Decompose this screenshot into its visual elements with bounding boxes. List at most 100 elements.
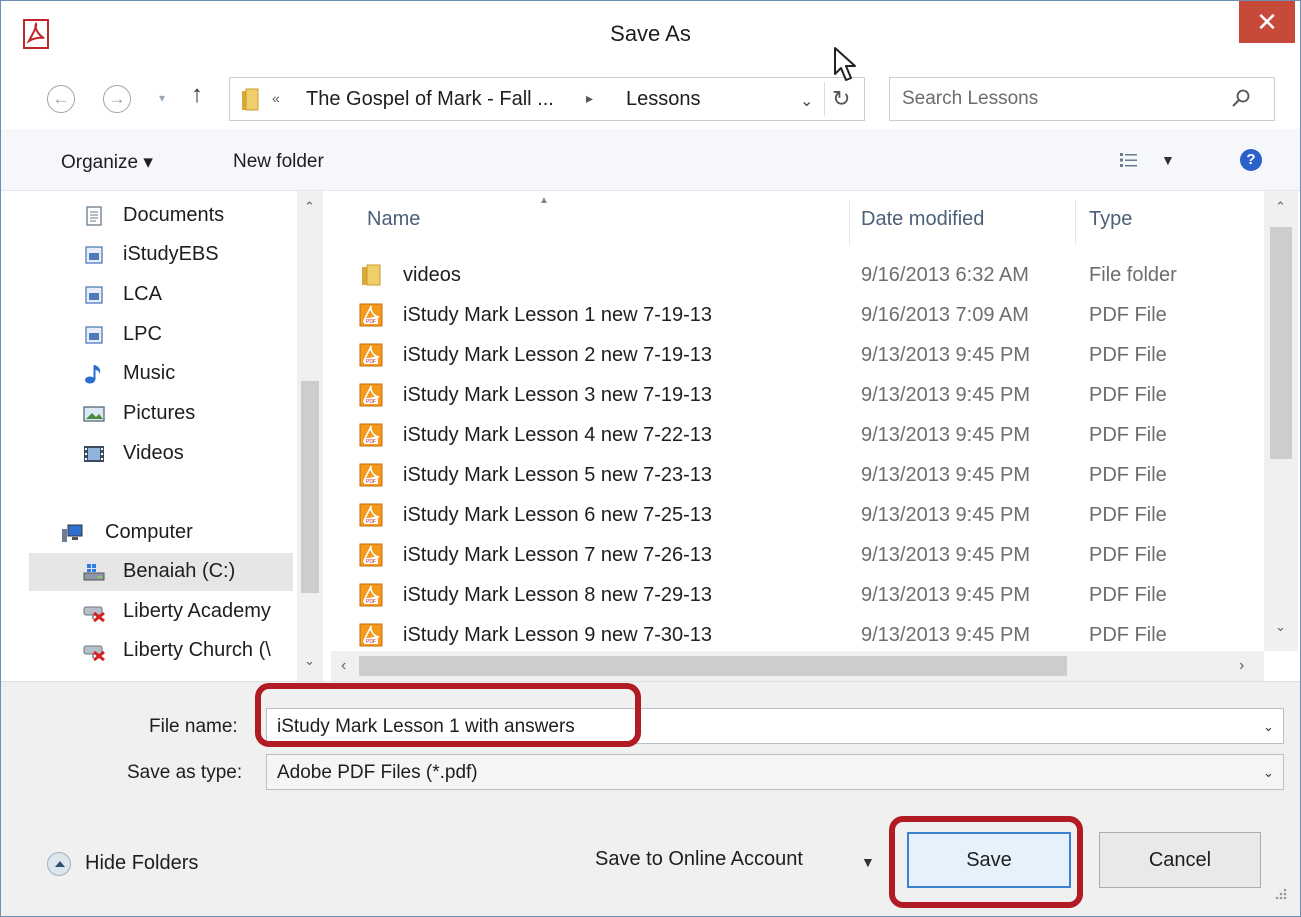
file-name: videos (403, 264, 461, 286)
divider (824, 82, 825, 116)
refresh-icon[interactable]: ↻ (832, 86, 850, 112)
file-name: iStudy Mark Lesson 8 new 7-29-13 (403, 584, 713, 606)
column-header-name[interactable]: Name (367, 208, 420, 231)
column-header-date-modified[interactable]: Date modified (861, 208, 984, 231)
search-input[interactable] (902, 86, 1222, 112)
new-folder-button[interactable]: New folder (233, 151, 324, 173)
file-row[interactable]: PDF iStudy Mark Lesson 3 new 7-19-13 9/1… (351, 375, 1261, 415)
file-row[interactable]: PDF iStudy Mark Lesson 9 new 7-30-13 9/1… (351, 615, 1261, 655)
pdf-icon: PDF (359, 543, 383, 567)
svg-text:PDF: PDF (366, 559, 376, 565)
svg-text:PDF: PDF (366, 519, 376, 525)
cancel-button[interactable]: Cancel (1099, 832, 1261, 888)
file-row[interactable]: PDF iStudy Mark Lesson 1 new 7-19-13 9/1… (351, 295, 1261, 335)
file-date: 9/13/2013 9:45 PM (861, 584, 1031, 606)
breadcrumb-separator-icon[interactable]: ▸ (586, 90, 593, 107)
save-button-highlight (889, 816, 1083, 908)
file-row-videos[interactable]: videos 9/16/2013 6:32 AM File folder (351, 255, 1261, 295)
help-icon[interactable]: ? (1240, 149, 1262, 171)
file-row[interactable]: PDF iStudy Mark Lesson 4 new 7-22-13 9/1… (351, 415, 1261, 455)
breadcrumb-overflow[interactable]: « (272, 90, 280, 106)
folder-icon (362, 264, 381, 286)
pdf-icon: PDF (359, 343, 383, 367)
sidebar-scrollbar-thumb[interactable] (301, 381, 319, 593)
svg-text:PDF: PDF (366, 359, 376, 365)
file-type: PDF File (1089, 584, 1167, 606)
column-divider[interactable] (849, 201, 850, 245)
search-box[interactable] (889, 77, 1275, 121)
file-name: iStudy Mark Lesson 5 new 7-23-13 (403, 464, 713, 486)
file-row[interactable]: PDF iStudy Mark Lesson 7 new 7-26-13 9/1… (351, 535, 1261, 575)
sidebar-item-music[interactable]: Music (1, 355, 293, 393)
file-name-dropdown-chevron-icon[interactable]: ⌄ (1263, 719, 1274, 735)
command-bar: Organize ▾ New folder ▼ ? (1, 129, 1300, 191)
scroll-left-icon[interactable]: ‹ (341, 657, 346, 675)
file-name: iStudy Mark Lesson 7 new 7-26-13 (403, 544, 713, 566)
sidebar-item-computer[interactable]: Computer (1, 514, 293, 552)
scroll-down-icon[interactable]: ⌄ (1275, 619, 1286, 635)
file-type: File folder (1089, 264, 1177, 286)
sidebar-item-documents[interactable]: Documents (1, 197, 293, 235)
music-icon (85, 365, 101, 384)
file-type: PDF File (1089, 424, 1167, 446)
sidebar-item-liberty-academy[interactable]: Liberty Academy (1, 593, 293, 631)
sidebar-item-benaiah-c[interactable]: Benaiah (C:) (29, 553, 293, 591)
file-list-scrollbar-thumb[interactable] (1270, 227, 1292, 459)
file-name: iStudy Mark Lesson 9 new 7-30-13 (403, 624, 713, 646)
file-date: 9/13/2013 9:45 PM (861, 624, 1031, 646)
organize-button[interactable]: Organize ▾ (61, 151, 153, 174)
file-row[interactable]: PDF iStudy Mark Lesson 5 new 7-23-13 9/1… (351, 455, 1261, 495)
file-name-label: File name: (149, 716, 238, 737)
recent-locations-chevron-icon[interactable]: ▾ (159, 91, 173, 105)
back-button[interactable]: ← (47, 85, 75, 113)
breadcrumb-item-lessons[interactable]: Lessons (626, 88, 701, 111)
file-list-vertical-scrollbar[interactable]: ⌃ ⌄ (1264, 191, 1298, 651)
pdf-icon: PDF (359, 423, 383, 447)
sidebar-scrollbar[interactable]: ⌃ ⌄ (297, 191, 323, 681)
search-icon[interactable] (1230, 87, 1252, 109)
resize-grip-icon[interactable] (1269, 882, 1289, 902)
svg-text:PDF: PDF (366, 479, 376, 485)
view-options-icon[interactable] (1119, 151, 1139, 169)
computer-icon (62, 524, 83, 542)
file-date: 9/13/2013 9:45 PM (861, 424, 1031, 446)
sidebar-item-pictures[interactable]: Pictures (1, 395, 293, 433)
sidebar-item-istudyebs[interactable]: iStudyEBS (1, 236, 293, 274)
scroll-down-icon[interactable]: ⌄ (304, 653, 315, 669)
folder-icon (242, 88, 259, 111)
forward-button[interactable]: → (103, 85, 131, 113)
svg-text:PDF: PDF (366, 599, 376, 605)
document-icon (86, 206, 102, 226)
save-to-online-account-button[interactable]: Save to Online Account (595, 848, 803, 871)
breadcrumb-item-course[interactable]: The Gospel of Mark - Fall ... (306, 88, 554, 111)
pdf-icon: PDF (359, 463, 383, 487)
column-divider[interactable] (1075, 201, 1076, 245)
file-type: PDF File (1089, 624, 1167, 646)
file-row[interactable]: PDF iStudy Mark Lesson 2 new 7-19-13 9/1… (351, 335, 1261, 375)
file-list-horizontal-scrollbar[interactable]: ‹ › (331, 651, 1264, 681)
svg-text:PDF: PDF (366, 439, 376, 445)
column-header-type[interactable]: Type (1089, 208, 1132, 231)
horizontal-scrollbar-thumb[interactable] (359, 656, 1067, 676)
save-as-dialog: Save As ✕ ← → ▾ ↑ « The Gospel of Mark -… (0, 0, 1301, 917)
up-button[interactable]: ↑ (191, 81, 203, 109)
save-as-type-select[interactable]: Adobe PDF Files (*.pdf) ⌄ (266, 754, 1284, 790)
address-dropdown-chevron-icon[interactable]: ⌄ (800, 91, 813, 111)
file-row[interactable]: PDF iStudy Mark Lesson 8 new 7-29-13 9/1… (351, 575, 1261, 615)
disconnected-drive-icon (83, 645, 105, 661)
save-as-type-chevron-icon[interactable]: ⌄ (1263, 765, 1274, 781)
sidebar-item-lca[interactable]: LCA (1, 276, 293, 314)
view-options-chevron-icon[interactable]: ▼ (1161, 152, 1175, 168)
sidebar-item-label: Benaiah (C:) (123, 560, 236, 582)
sidebar-item-liberty-church[interactable]: Liberty Church (\ (1, 632, 293, 670)
scroll-up-icon[interactable]: ⌃ (1275, 199, 1286, 215)
sidebar-item-lpc[interactable]: LPC (1, 316, 293, 354)
address-bar[interactable]: « The Gospel of Mark - Fall ... ▸ Lesson… (229, 77, 865, 121)
file-row[interactable]: PDF iStudy Mark Lesson 6 new 7-25-13 9/1… (351, 495, 1261, 535)
online-account-chevron-icon[interactable]: ▼ (861, 854, 875, 870)
scroll-right-icon[interactable]: › (1239, 657, 1244, 675)
navigation-bar: ← → ▾ ↑ « The Gospel of Mark - Fall ... … (1, 67, 1300, 129)
scroll-up-icon[interactable]: ⌃ (304, 199, 315, 215)
sidebar-item-videos[interactable]: Videos (1, 435, 293, 473)
close-button[interactable]: ✕ (1239, 1, 1295, 43)
